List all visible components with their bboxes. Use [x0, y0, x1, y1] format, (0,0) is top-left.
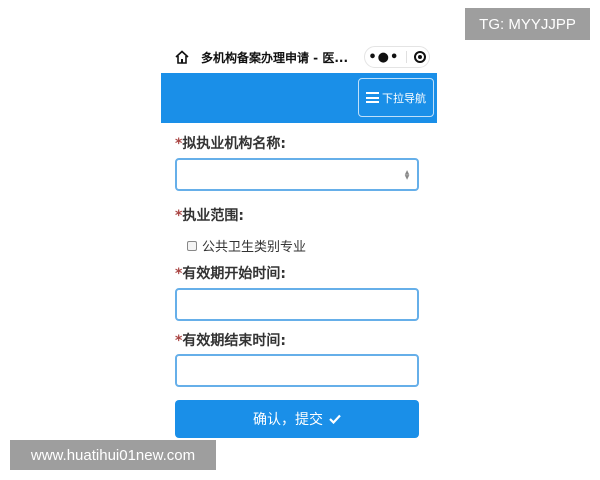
public-health-label: 公共卫生类别专业	[202, 240, 307, 255]
institution-label: *拟执业机构名称:	[175, 136, 286, 152]
more-icon[interactable]: •●•	[368, 50, 399, 65]
watermark-tg: TG: MYYJJPP	[465, 8, 590, 40]
watermark-url: www.huatihui01new.com	[10, 440, 216, 470]
start-time-input[interactable]	[175, 288, 419, 321]
check-icon	[329, 414, 341, 424]
scope-label: *执业范围:	[175, 208, 244, 224]
dropdown-nav-label: 下拉导航	[382, 91, 426, 105]
capsule-menu: •●•	[364, 46, 430, 68]
home-icon[interactable]	[174, 49, 190, 65]
hamburger-icon	[366, 92, 379, 103]
target-icon[interactable]	[413, 51, 426, 63]
end-time-input[interactable]	[175, 354, 419, 387]
navbar: 下拉导航	[161, 73, 437, 123]
mobile-page: 多机构备案办理申请 - 医... •●• 下拉导航 *拟执业机构名称: ▲ ▼ *…	[161, 40, 437, 440]
capsule-divider	[405, 51, 407, 63]
scope-option-public-health[interactable]: 公共卫生类别专业	[187, 236, 306, 255]
start-time-label: *有效期开始时间:	[175, 266, 286, 282]
public-health-checkbox[interactable]	[187, 240, 197, 251]
dropdown-nav-button[interactable]: 下拉导航	[358, 78, 434, 117]
submit-label: 确认，提交	[253, 411, 323, 427]
institution-select[interactable]: ▲ ▼	[175, 158, 419, 191]
page-title: 多机构备案办理申请 - 医...	[201, 51, 349, 65]
confirm-submit-button[interactable]: 确认，提交	[175, 400, 419, 438]
end-time-label: *有效期结束时间:	[175, 333, 286, 349]
mini-program-topbar: 多机构备案办理申请 - 医... •●•	[161, 40, 437, 73]
select-arrows-icon: ▲ ▼	[404, 169, 410, 181]
